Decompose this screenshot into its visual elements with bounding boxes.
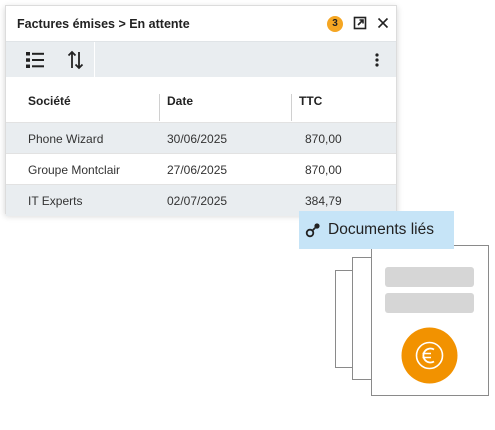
- table-row[interactable]: Phone Wizard 30/06/2025 870,00: [6, 122, 396, 154]
- cell-societe: IT Experts: [28, 194, 83, 208]
- cell-ttc: 870,00: [305, 132, 342, 146]
- cell-societe: Groupe Montclair: [28, 163, 121, 177]
- column-divider[interactable]: [291, 94, 292, 121]
- panel-header: Factures émises > En attente 3: [6, 6, 396, 41]
- list-icon[interactable]: [23, 48, 49, 72]
- table-header: Société Date TTC: [6, 77, 396, 122]
- document-text-line: [385, 267, 474, 287]
- document-text-line: [385, 293, 474, 313]
- column-header-societe[interactable]: Société: [28, 94, 71, 108]
- euro-icon: [401, 327, 458, 384]
- column-header-ttc[interactable]: TTC: [299, 94, 322, 108]
- cell-date: 02/07/2025: [167, 194, 228, 208]
- cell-date: 30/06/2025: [167, 132, 228, 146]
- cell-societe: Phone Wizard: [28, 132, 104, 146]
- count-badge: 3: [327, 16, 343, 32]
- column-divider[interactable]: [159, 94, 160, 121]
- linked-documents-label[interactable]: Documents liés: [299, 211, 454, 249]
- link-icon: [304, 221, 322, 239]
- cell-ttc: 870,00: [305, 163, 342, 177]
- cell-date: 27/06/2025: [167, 163, 228, 177]
- close-icon[interactable]: [375, 15, 391, 31]
- more-vertical-icon[interactable]: [369, 48, 385, 72]
- linked-documents-text: Documents liés: [328, 221, 434, 238]
- column-header-date[interactable]: Date: [167, 94, 193, 108]
- toolbar-divider: [94, 42, 95, 78]
- invoices-panel: Factures émises > En attente 3 Société D…: [5, 5, 397, 216]
- table-row[interactable]: Groupe Montclair 27/06/2025 870,00: [6, 153, 396, 185]
- toolbar: [6, 41, 396, 78]
- cell-ttc: 384,79: [305, 194, 342, 208]
- panel-title: Factures émises > En attente: [17, 17, 190, 31]
- sort-icon[interactable]: [63, 48, 89, 72]
- document-page-front: [371, 245, 489, 396]
- open-external-icon[interactable]: [352, 15, 368, 31]
